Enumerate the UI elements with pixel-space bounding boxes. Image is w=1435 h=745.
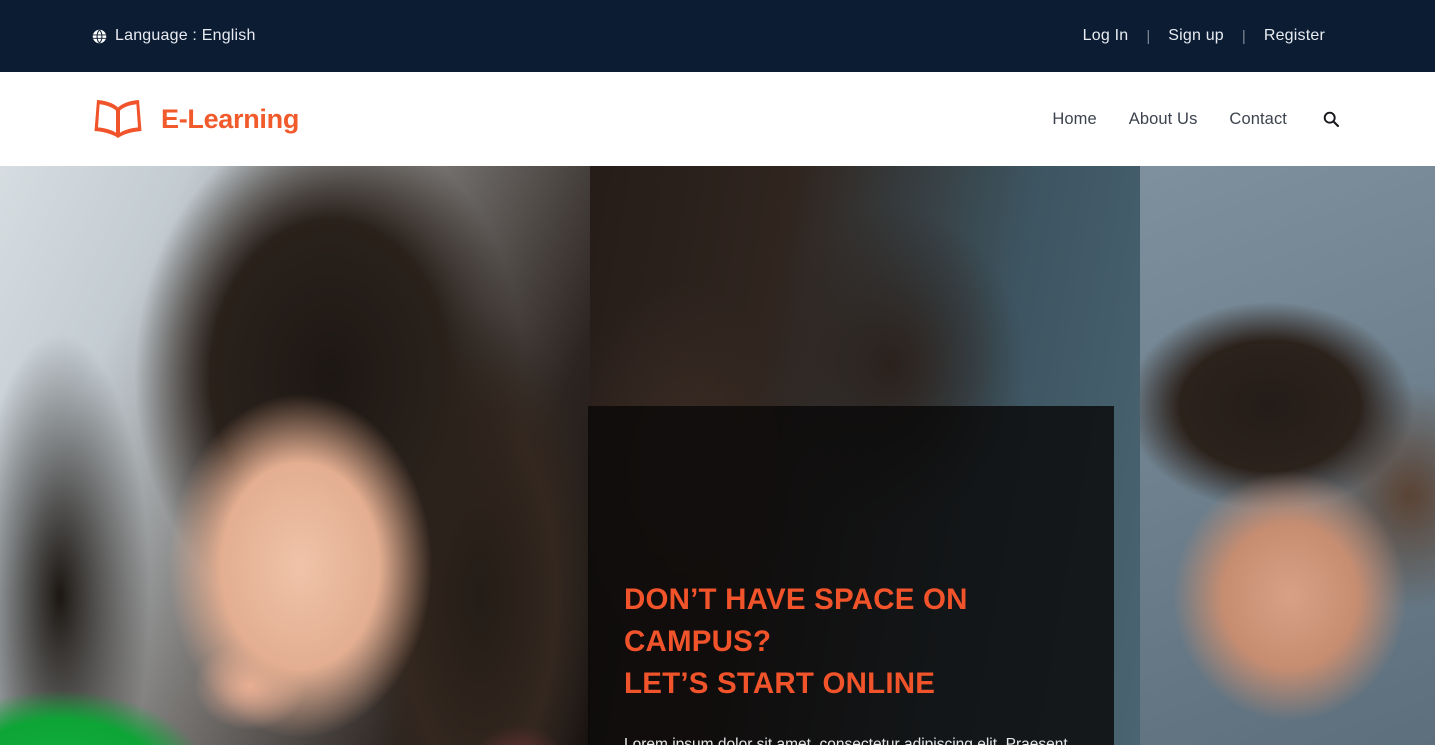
brand-logo[interactable]: E-Learning <box>92 98 299 140</box>
search-button[interactable] <box>1303 111 1343 127</box>
register-link[interactable]: Register <box>1246 27 1343 45</box>
brand-name: E-Learning <box>161 103 300 134</box>
nav-item-contact[interactable]: Contact <box>1213 110 1303 129</box>
open-book-icon <box>92 98 144 140</box>
nav-item-about-us[interactable]: About Us <box>1113 110 1214 129</box>
hero-headline-line-2: LET’S START ONLINE <box>624 667 936 700</box>
globe-icon <box>92 29 107 44</box>
hero-photo-student-portrait <box>0 166 590 745</box>
signup-link[interactable]: Sign up <box>1150 27 1242 45</box>
language-selector[interactable]: Language : English <box>92 27 256 45</box>
login-link[interactable]: Log In <box>1065 27 1147 45</box>
account-links: Log In | Sign up | Register <box>1065 27 1343 45</box>
top-utility-bar: Language : English Log In | Sign up | Re… <box>0 0 1435 72</box>
site-header: E-Learning Home About Us Contact <box>0 72 1435 166</box>
hero-content-card: DON’T HAVE SPACE ON CAMPUS? LET’S START … <box>588 406 1114 745</box>
hero-headline: DON’T HAVE SPACE ON CAMPUS? LET’S START … <box>624 406 1078 705</box>
nav-item-home[interactable]: Home <box>1036 110 1112 129</box>
hero-section: DON’T HAVE SPACE ON CAMPUS? LET’S START … <box>0 166 1435 745</box>
main-navigation: Home About Us Contact <box>1036 110 1343 129</box>
language-label: Language : English <box>115 27 256 44</box>
search-icon <box>1323 111 1339 127</box>
hero-description: Lorem ipsum dolor sit amet, consectetur … <box>624 736 1068 745</box>
hero-headline-line-1: DON’T HAVE SPACE ON CAMPUS? <box>624 583 968 658</box>
